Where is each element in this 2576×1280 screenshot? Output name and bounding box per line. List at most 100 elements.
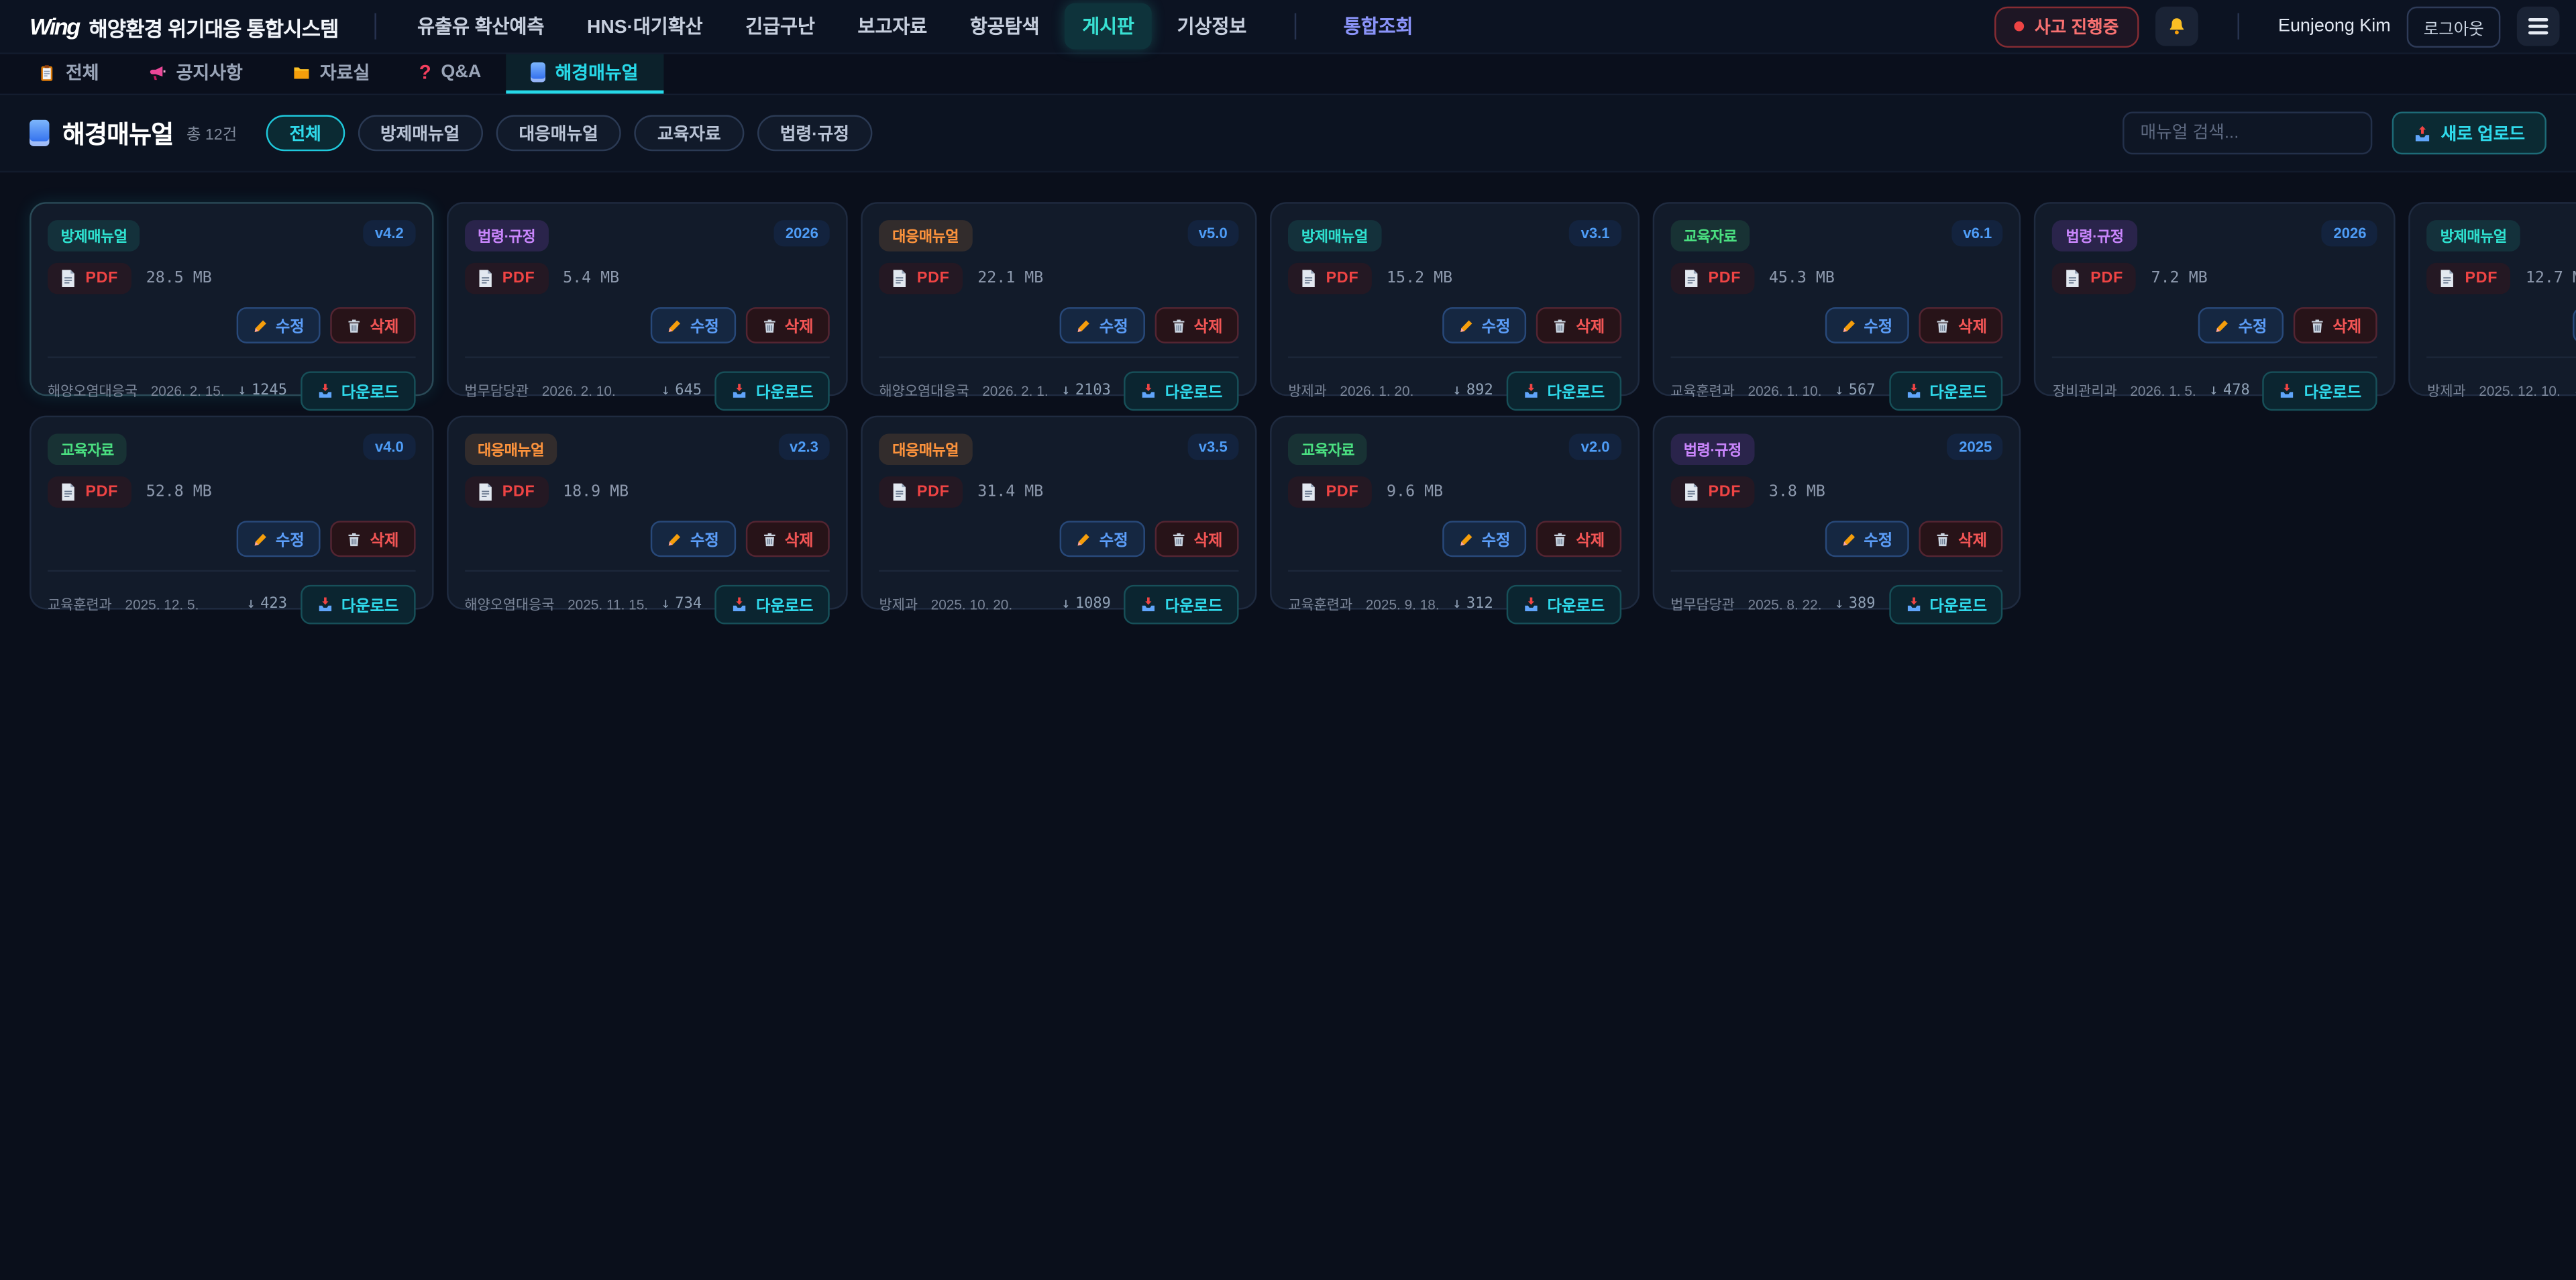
upload-new-button[interactable]: 새로 업로드 xyxy=(2392,112,2546,155)
tab-archive[interactable]: 자료실 xyxy=(268,54,394,94)
edit-button[interactable]: 수정 xyxy=(236,307,321,343)
download-count-value: 389 xyxy=(1849,596,1876,612)
filter-chip-countermeasure-manual[interactable]: 대응매뉴얼 xyxy=(496,115,621,151)
download-button-label: 다운로드 xyxy=(2304,380,2362,403)
edit-button[interactable]: 수정 xyxy=(651,521,735,557)
download-button-label: 다운로드 xyxy=(1548,380,1605,403)
download-button[interactable]: 다운로드 xyxy=(1506,585,1621,625)
filter-chip-response-manual[interactable]: 방제매뉴얼 xyxy=(358,115,483,151)
download-count-value: 567 xyxy=(1849,383,1876,399)
delete-button[interactable]: 삭제 xyxy=(745,307,830,343)
delete-button[interactable]: 삭제 xyxy=(745,521,830,557)
manual-card[interactable]: 법령·규정 2026 해양환경관리법 시행규칙 (방제 관련) PDF 5.4 … xyxy=(446,202,848,396)
category-badge: 방제매뉴얼 xyxy=(2427,220,2520,252)
tab-all[interactable]: 전체 xyxy=(13,54,124,94)
delete-button[interactable]: 삭제 xyxy=(331,307,415,343)
file-type-chip: PDF xyxy=(1670,263,1754,295)
delete-button-label: 삭제 xyxy=(1576,527,1605,550)
edit-button[interactable]: 수정 xyxy=(236,521,321,557)
filter-chip-regulations[interactable]: 법령·규정 xyxy=(757,115,872,151)
edit-button[interactable]: 수정 xyxy=(1442,521,1527,557)
edit-button[interactable]: 수정 xyxy=(651,307,735,343)
nav-item-hns-air-diffusion[interactable]: HNS·대기확산 xyxy=(569,3,720,50)
nav-item-integrated-search[interactable]: 통합조회 xyxy=(1326,3,1432,50)
top-bar: Wing 해양환경 위기대응 통합시스템 유출유 확산예측 HNS·대기확산 긴… xyxy=(0,0,2576,54)
nav-item-reports[interactable]: 보고자료 xyxy=(840,3,946,50)
delete-button[interactable]: 삭제 xyxy=(1919,307,2003,343)
file-info-row: PDF 52.8 MB xyxy=(48,476,415,508)
filter-chip-all[interactable]: 전체 xyxy=(266,115,344,151)
nav-item-weather-info[interactable]: 기상정보 xyxy=(1159,3,1265,50)
manual-card[interactable]: 교육자료 v4.0 방제요원 교육훈련 교재 (심화과정) PDF 52.8 M… xyxy=(30,416,433,610)
file-type-chip: PDF xyxy=(879,476,963,508)
download-button[interactable]: 다운로드 xyxy=(1888,371,2003,411)
card-footer: 해양오염대응국 2026. 2. 15. ↓1245 다운로드 xyxy=(48,356,415,411)
download-arrow-icon: ↓ xyxy=(1835,596,1843,612)
nav-item-board[interactable]: 게시판 xyxy=(1064,3,1152,50)
tab-notices[interactable]: 공지사항 xyxy=(123,54,267,94)
notifications-button[interactable] xyxy=(2155,7,2198,46)
card-footer: 방제과 2025. 12. 10. ↓1567 다운로드 xyxy=(2427,356,2576,411)
card-footer: 법무담당관 2025. 8. 22. ↓389 다운로드 xyxy=(1670,570,2003,625)
logout-button[interactable]: 로그아웃 xyxy=(2407,6,2500,47)
delete-button[interactable]: 삭제 xyxy=(1919,521,2003,557)
download-count-value: 734 xyxy=(675,596,702,612)
delete-button[interactable]: 삭제 xyxy=(1155,307,1239,343)
edit-button[interactable]: 수정 xyxy=(1825,307,1909,343)
nav-item-aerial-search[interactable]: 항공탐색 xyxy=(952,3,1058,50)
delete-button[interactable]: 삭제 xyxy=(1155,521,1239,557)
edit-button-label: 수정 xyxy=(1864,527,1892,550)
download-button[interactable]: 다운로드 xyxy=(301,371,415,411)
pencil-icon xyxy=(1841,531,1856,546)
org-label: 법무담당관 xyxy=(464,381,529,401)
clipboard-icon xyxy=(38,63,56,81)
download-button[interactable]: 다운로드 xyxy=(715,371,830,411)
edit-button[interactable]: 수정 xyxy=(2572,307,2576,343)
delete-button-label: 삭제 xyxy=(370,527,399,550)
menu-button[interactable] xyxy=(2517,7,2560,46)
filter-chip-education[interactable]: 교육자료 xyxy=(635,115,744,151)
download-button[interactable]: 다운로드 xyxy=(301,585,415,625)
delete-button[interactable]: 삭제 xyxy=(1537,521,1621,557)
manual-card[interactable]: 대응매뉴얼 v5.0 해양오염사고 초동대응 매뉴얼 PDF 22.1 MB 수… xyxy=(861,202,1257,396)
download-button[interactable]: 다운로드 xyxy=(715,585,830,625)
file-type-label: PDF xyxy=(2090,270,2123,288)
download-button[interactable]: 다운로드 xyxy=(1506,371,1621,411)
delete-button[interactable]: 삭제 xyxy=(2294,307,2378,343)
manual-card[interactable]: 방제매뉴얼 v4.2 해양오염방제 업무매뉴얼 (2026 개정판) PDF 2… xyxy=(30,202,433,396)
manual-card[interactable]: 방제매뉴얼 v3.1 해양오염 방제자원 운용 지침서 PDF 15.2 MB … xyxy=(1270,202,1639,396)
trash-icon xyxy=(761,531,776,546)
download-button[interactable]: 다운로드 xyxy=(1124,585,1239,625)
manual-card[interactable]: 대응매뉴얼 v3.5 대량 유출유 방제 대응 체계 매뉴얼 PDF 31.4 … xyxy=(861,416,1257,610)
category-badge: 교육자료 xyxy=(1670,220,1750,252)
manual-card[interactable]: 교육자료 v6.1 방제요원 교육훈련 교재 (기본과정) PDF 45.3 M… xyxy=(1652,202,2021,396)
download-button[interactable]: 다운로드 xyxy=(1888,585,2003,625)
delete-button-label: 삭제 xyxy=(1194,527,1223,550)
manual-card[interactable]: 방제매뉴얼 v2.8 오일펜스 전개·회수 표준절차서 PDF 12.7 MB … xyxy=(2409,202,2576,396)
manual-card[interactable]: 대응매뉴얼 v2.3 HNS 해양사고 대응 가이드라인 PDF 18.9 MB… xyxy=(446,416,848,610)
edit-button[interactable]: 수정 xyxy=(1060,307,1144,343)
app-title: 해양환경 위기대응 통합시스템 xyxy=(89,11,338,42)
edit-button[interactable]: 수정 xyxy=(1825,521,1909,557)
nav-item-emergency-rescue[interactable]: 긴급구난 xyxy=(727,3,833,50)
tab-coast-guard-manual[interactable]: 해경매뉴얼 xyxy=(506,54,663,94)
download-button[interactable]: 다운로드 xyxy=(2263,371,2377,411)
manual-card[interactable]: 법령·규정 2026 방제선·방제정 운용 및 관리 규정 PDF 7.2 MB… xyxy=(2035,202,2396,396)
total-count-label: 총 12건 xyxy=(186,121,237,144)
card-actions: 수정 삭제 xyxy=(464,521,830,557)
org-label: 방제과 xyxy=(2427,381,2465,401)
trash-icon xyxy=(1553,318,1568,333)
edit-button[interactable]: 수정 xyxy=(1442,307,1527,343)
nav-item-oil-spill-prediction[interactable]: 유출유 확산예측 xyxy=(399,3,562,50)
document-icon xyxy=(892,483,907,501)
delete-button-label: 삭제 xyxy=(1576,314,1605,337)
manual-card[interactable]: 교육자료 v2.0 유류오염 식별 및 샘플링 실무 교재 PDF 9.6 MB… xyxy=(1270,416,1639,610)
download-button[interactable]: 다운로드 xyxy=(1124,371,1239,411)
manual-card[interactable]: 법령·규정 2025 해양오염방제 자재·약제 검정 기준 PDF 3.8 MB… xyxy=(1652,416,2021,610)
delete-button[interactable]: 삭제 xyxy=(331,521,415,557)
manual-search-input[interactable] xyxy=(2123,112,2372,155)
tab-qna[interactable]: ? Q&A xyxy=(394,54,506,94)
edit-button[interactable]: 수정 xyxy=(1060,521,1144,557)
delete-button[interactable]: 삭제 xyxy=(1537,307,1621,343)
edit-button[interactable]: 수정 xyxy=(2199,307,2284,343)
